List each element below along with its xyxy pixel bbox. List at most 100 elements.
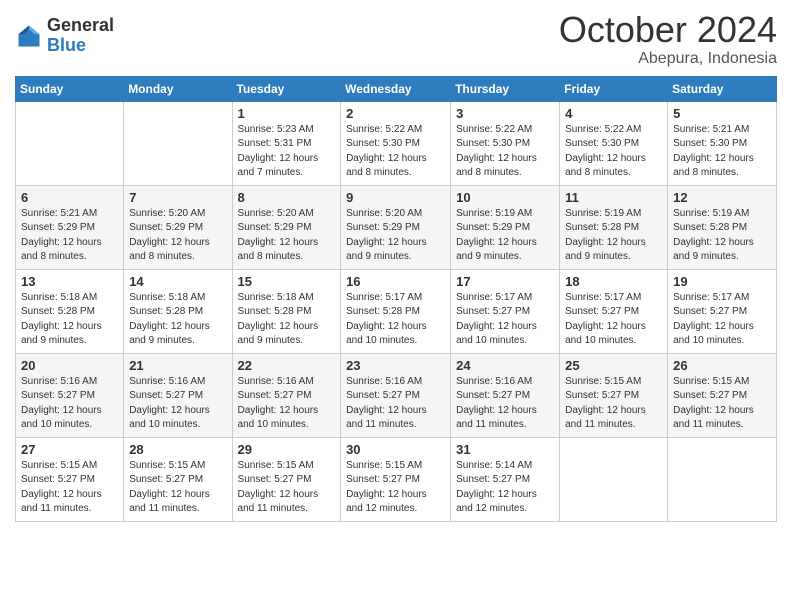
cell-info: Sunrise: 5:15 AMSunset: 5:27 PMDaylight:… [129,459,226,517]
table-row: 16 Sunrise: 5:17 AMSunset: 5:28 PMDayligh… [341,269,451,353]
day-number: 16 [346,274,445,289]
col-friday: Friday [560,76,668,101]
cell-info: Sunrise: 5:17 AMSunset: 5:27 PMDaylight:… [673,291,771,349]
day-number: 19 [673,274,771,289]
cell-info: Sunrise: 5:23 AMSunset: 5:31 PMDaylight:… [238,123,336,181]
cell-info: Sunrise: 5:16 AMSunset: 5:27 PMDaylight:… [21,375,118,433]
day-number: 11 [565,190,662,205]
day-number: 20 [21,358,118,373]
cell-info: Sunrise: 5:14 AMSunset: 5:27 PMDaylight:… [456,459,554,517]
table-row: 6 Sunrise: 5:21 AMSunset: 5:29 PMDaylight… [16,185,124,269]
day-number: 30 [346,442,445,457]
table-row: 24 Sunrise: 5:16 AMSunset: 5:27 PMDayligh… [451,353,560,437]
day-number: 9 [346,190,445,205]
day-number: 2 [346,106,445,121]
table-row: 29 Sunrise: 5:15 AMSunset: 5:27 PMDayligh… [232,437,341,521]
cell-info: Sunrise: 5:15 AMSunset: 5:27 PMDaylight:… [346,459,445,517]
day-number: 31 [456,442,554,457]
table-row: 12 Sunrise: 5:19 AMSunset: 5:28 PMDayligh… [668,185,777,269]
table-row: 2 Sunrise: 5:22 AMSunset: 5:30 PMDaylight… [341,101,451,185]
day-number: 26 [673,358,771,373]
page: General Blue October 2024 Abepura, Indon… [0,0,792,612]
cell-info: Sunrise: 5:16 AMSunset: 5:27 PMDaylight:… [346,375,445,433]
table-row: 4Sunrise: 5:22 AMSunset: 5:30 PMDaylight… [560,101,668,185]
col-sunday: Sunday [16,76,124,101]
day-number: 8 [238,190,336,205]
day-number: 17 [456,274,554,289]
day-number: 6 [21,190,118,205]
col-tuesday: Tuesday [232,76,341,101]
calendar-week-row: 6 Sunrise: 5:21 AMSunset: 5:29 PMDaylight… [16,185,777,269]
cell-info: Sunrise: 5:15 AMSunset: 5:27 PMDaylight:… [565,375,662,433]
cell-info: Sunrise: 5:19 AMSunset: 5:29 PMDaylight:… [456,207,554,265]
cell-info: Sunrise: 5:20 AMSunset: 5:29 PMDaylight:… [346,207,445,265]
cell-info: Sunrise: 5:17 AMSunset: 5:28 PMDaylight:… [346,291,445,349]
day-number: 23 [346,358,445,373]
logo-blue-text: Blue [47,36,114,56]
calendar-header-row: Sunday Monday Tuesday Wednesday Thursday… [16,76,777,101]
table-row: 13Sunrise: 5:18 AMSunset: 5:28 PMDayligh… [16,269,124,353]
calendar-week-row: 1 Sunrise: 5:23 AMSunset: 5:31 PMDaylight… [16,101,777,185]
day-number: 10 [456,190,554,205]
cell-info: Sunrise: 5:18 AMSunset: 5:28 PMDaylight:… [129,291,226,349]
cell-info: Sunrise: 5:21 AMSunset: 5:29 PMDaylight:… [21,207,118,265]
cell-info: Sunrise: 5:22 AMSunset: 5:30 PMDaylight:… [456,123,554,181]
logo-text: General Blue [47,16,114,56]
table-row: 15Sunrise: 5:18 AMSunset: 5:28 PMDayligh… [232,269,341,353]
table-row: 3 Sunrise: 5:22 AMSunset: 5:30 PMDaylight… [451,101,560,185]
day-number: 3 [456,106,554,121]
cell-info: Sunrise: 5:22 AMSunset: 5:30 PMDaylight:… [565,123,662,181]
calendar-week-row: 13Sunrise: 5:18 AMSunset: 5:28 PMDayligh… [16,269,777,353]
table-row: 28 Sunrise: 5:15 AMSunset: 5:27 PMDayligh… [124,437,232,521]
cell-info: Sunrise: 5:20 AMSunset: 5:29 PMDaylight:… [238,207,336,265]
table-row: 23 Sunrise: 5:16 AMSunset: 5:27 PMDayligh… [341,353,451,437]
table-row: 30 Sunrise: 5:15 AMSunset: 5:27 PMDayligh… [341,437,451,521]
header: General Blue October 2024 Abepura, Indon… [15,10,777,68]
cell-info: Sunrise: 5:15 AMSunset: 5:27 PMDaylight:… [21,459,118,517]
cell-info: Sunrise: 5:19 AMSunset: 5:28 PMDaylight:… [673,207,771,265]
table-row [16,101,124,185]
cell-info: Sunrise: 5:15 AMSunset: 5:27 PMDaylight:… [673,375,771,433]
cell-info: Sunrise: 5:15 AMSunset: 5:27 PMDaylight:… [238,459,336,517]
table-row: 31 Sunrise: 5:14 AMSunset: 5:27 PMDayligh… [451,437,560,521]
cell-info: Sunrise: 5:18 AMSunset: 5:28 PMDaylight:… [238,291,336,349]
day-number: 24 [456,358,554,373]
cell-info: Sunrise: 5:21 AMSunset: 5:30 PMDaylight:… [673,123,771,181]
day-number: 14 [129,274,226,289]
table-row: 10 Sunrise: 5:19 AMSunset: 5:29 PMDayligh… [451,185,560,269]
table-row: 20 Sunrise: 5:16 AMSunset: 5:27 PMDayligh… [16,353,124,437]
table-row: 1 Sunrise: 5:23 AMSunset: 5:31 PMDaylight… [232,101,341,185]
table-row: 5Sunrise: 5:21 AMSunset: 5:30 PMDaylight… [668,101,777,185]
table-row: 27 Sunrise: 5:15 AMSunset: 5:27 PMDayligh… [16,437,124,521]
day-number: 22 [238,358,336,373]
day-number: 27 [21,442,118,457]
title-section: October 2024 Abepura, Indonesia [559,10,777,68]
table-row: 26 Sunrise: 5:15 AMSunset: 5:27 PMDayligh… [668,353,777,437]
day-number: 25 [565,358,662,373]
table-row [668,437,777,521]
table-row: 18Sunrise: 5:17 AMSunset: 5:27 PMDayligh… [560,269,668,353]
day-number: 12 [673,190,771,205]
day-number: 21 [129,358,226,373]
logo: General Blue [15,16,114,56]
cell-info: Sunrise: 5:16 AMSunset: 5:27 PMDaylight:… [456,375,554,433]
table-row: 21Sunrise: 5:16 AMSunset: 5:27 PMDayligh… [124,353,232,437]
col-saturday: Saturday [668,76,777,101]
calendar-week-row: 20 Sunrise: 5:16 AMSunset: 5:27 PMDayligh… [16,353,777,437]
cell-info: Sunrise: 5:17 AMSunset: 5:27 PMDaylight:… [456,291,554,349]
cell-info: Sunrise: 5:22 AMSunset: 5:30 PMDaylight:… [346,123,445,181]
logo-general-text: General [47,16,114,36]
cell-info: Sunrise: 5:18 AMSunset: 5:28 PMDaylight:… [21,291,118,349]
calendar-table: Sunday Monday Tuesday Wednesday Thursday… [15,76,777,522]
col-monday: Monday [124,76,232,101]
cell-info: Sunrise: 5:16 AMSunset: 5:27 PMDaylight:… [238,375,336,433]
col-wednesday: Wednesday [341,76,451,101]
location: Abepura, Indonesia [559,50,777,68]
day-number: 29 [238,442,336,457]
table-row [560,437,668,521]
cell-info: Sunrise: 5:19 AMSunset: 5:28 PMDaylight:… [565,207,662,265]
calendar-week-row: 27 Sunrise: 5:15 AMSunset: 5:27 PMDayligh… [16,437,777,521]
logo-icon [15,22,43,50]
day-number: 28 [129,442,226,457]
day-number: 1 [238,106,336,121]
